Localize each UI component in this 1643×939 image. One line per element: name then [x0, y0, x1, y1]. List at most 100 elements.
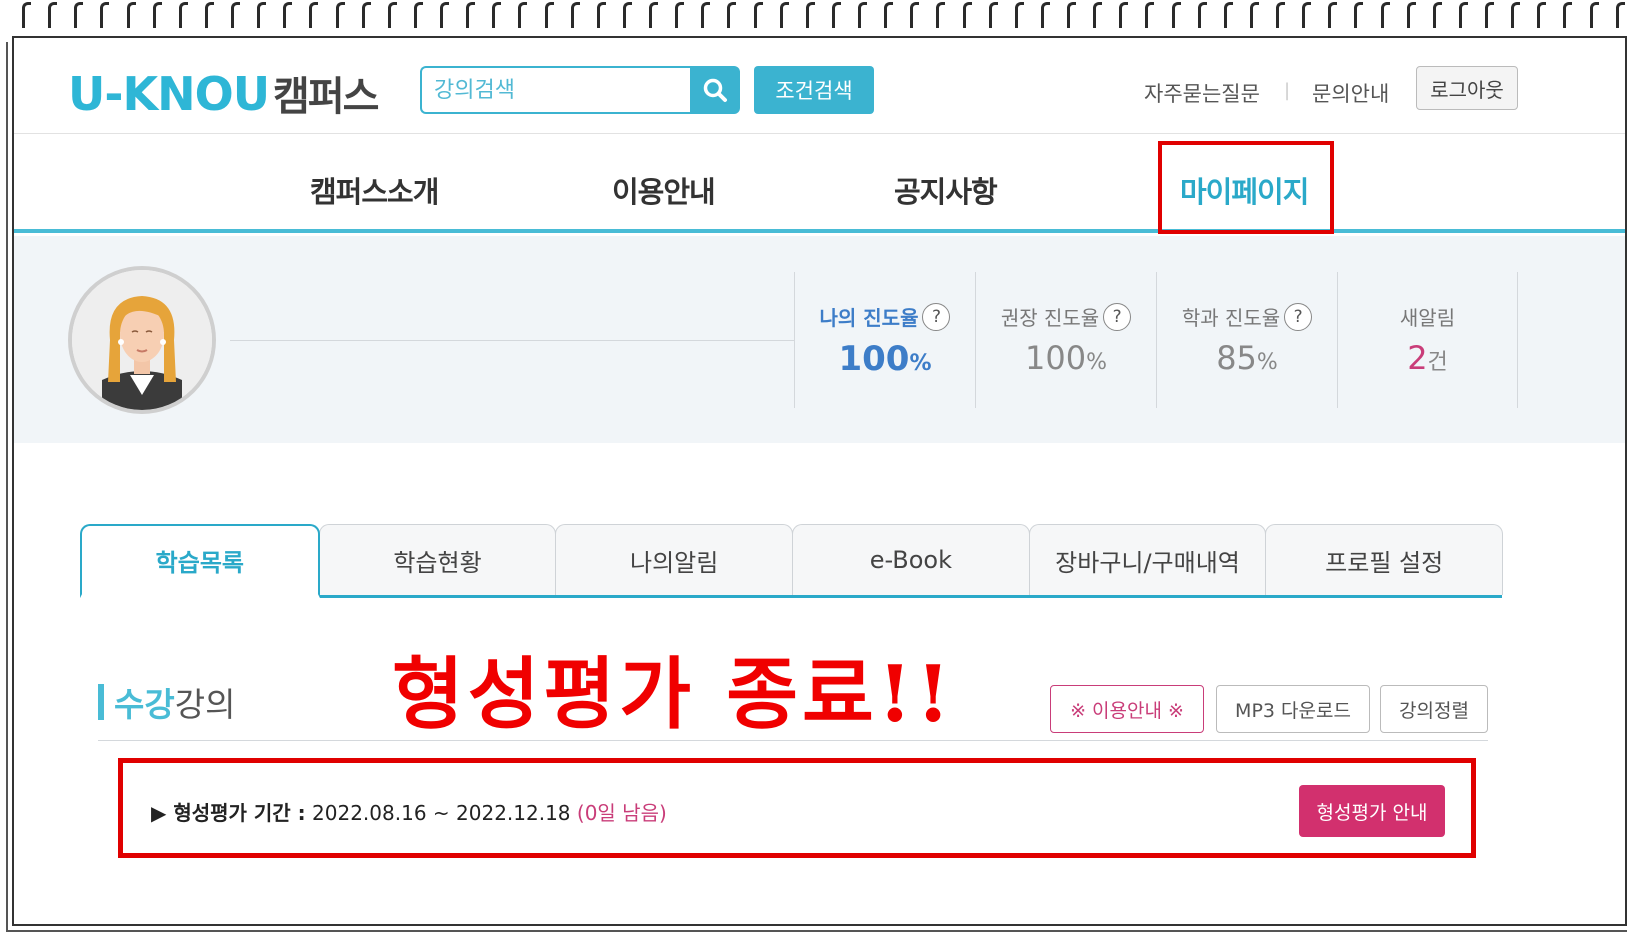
- spiral-ring: [858, 2, 867, 28]
- spiral-ring: [779, 2, 789, 28]
- spiral-ring: [387, 2, 397, 28]
- section-title-rest: 강의: [174, 685, 236, 724]
- spiral-ring: [492, 2, 502, 28]
- stat-new-alerts[interactable]: 새알림 2건: [1337, 272, 1518, 408]
- spiral-ring: [1406, 2, 1416, 28]
- spiral-ring: [1432, 2, 1442, 28]
- faq-link[interactable]: 자주묻는질문: [1144, 78, 1260, 108]
- inquiry-link[interactable]: 문의안내: [1312, 78, 1389, 108]
- progress-stats: 나의 진도율? 100% 권장 진도율? 100% 학과 진도율? 85% 새알…: [794, 272, 1518, 408]
- stat-label: 새알림: [1399, 306, 1456, 330]
- profile-divider: [230, 340, 794, 341]
- stat-value: 2: [1407, 339, 1428, 377]
- help-icon[interactable]: ?: [922, 302, 951, 331]
- spiral-ring: [1328, 2, 1338, 28]
- spiral-ring: [570, 2, 580, 28]
- stat-value: 100: [1025, 339, 1087, 377]
- spiral-ring: [1302, 2, 1312, 28]
- tab-cart-purchases[interactable]: 장바구니/구매내역: [1028, 524, 1267, 595]
- spiral-ring: [309, 2, 319, 28]
- spiral-ring: [936, 2, 946, 28]
- spiral-ring: [675, 2, 685, 28]
- condition-search-button[interactable]: 조건검색: [754, 66, 874, 114]
- help-icon[interactable]: ?: [1284, 302, 1313, 331]
- spiral-ring: [544, 2, 554, 28]
- spiral-ring: [1197, 2, 1207, 28]
- spiral-binding: [0, 0, 1643, 32]
- stat-label: 권장 진도율: [1000, 306, 1100, 330]
- stat-unit: %: [1256, 350, 1278, 375]
- spiral-ring: [1537, 2, 1547, 28]
- evaluation-period-text: ▶ 형성평가 기간 : 2022.08.16 ~ 2022.12.18 (0일 …: [151, 797, 667, 826]
- tab-ebook[interactable]: e-Book: [792, 524, 1030, 595]
- mypage-tabs: 학습목록 학습현황 나의알림 e-Book 장바구니/구매내역 프로필 설정: [80, 524, 1504, 598]
- logo-suffix: 캠퍼스: [273, 74, 379, 120]
- profile-summary: 나의 진도율? 100% 권장 진도율? 100% 학과 진도율? 85% 새알…: [14, 236, 1625, 443]
- nav-mypage[interactable]: 마이페이지: [1180, 169, 1309, 211]
- spiral-ring: [1093, 2, 1103, 28]
- spiral-ring: [1354, 2, 1364, 28]
- spiral-ring: [74, 2, 84, 28]
- spiral-ring: [22, 2, 31, 28]
- spiral-ring: [440, 2, 449, 28]
- stat-value: 85: [1216, 339, 1257, 377]
- tab-profile-settings[interactable]: 프로필 설정: [1265, 524, 1504, 595]
- spiral-ring: [1067, 2, 1076, 28]
- overlay-banner: 형성평가 종료!!: [392, 649, 955, 740]
- stat-department-progress: 학과 진도율? 85%: [1156, 272, 1337, 408]
- search-input[interactable]: [420, 66, 690, 114]
- stat-my-progress: 나의 진도율? 100%: [794, 272, 975, 408]
- spiral-ring: [1040, 2, 1050, 28]
- search-icon: [703, 78, 727, 102]
- tab-my-alerts[interactable]: 나의알림: [555, 524, 794, 595]
- stat-unit: %: [909, 351, 932, 376]
- spiral-ring: [518, 2, 528, 28]
- tab-study-status[interactable]: 학습현황: [318, 524, 557, 595]
- usage-guide-button[interactable]: ※ 이용안내 ※: [1050, 685, 1204, 733]
- nav-usage-guide[interactable]: 이용안내: [612, 169, 716, 211]
- spiral-ring: [649, 2, 658, 28]
- search-button[interactable]: [690, 66, 740, 114]
- help-icon[interactable]: ?: [1103, 302, 1132, 331]
- logo-brand: U-KNOU: [68, 67, 270, 121]
- mp3-download-button[interactable]: MP3 다운로드: [1216, 685, 1370, 733]
- spiral-ring: [1119, 2, 1129, 28]
- spiral-ring: [1485, 2, 1494, 28]
- spiral-ring: [622, 2, 632, 28]
- spiral-ring: [335, 2, 345, 28]
- main-nav: 캠퍼스소개 이용안내 공지사항 마이페이지: [14, 135, 1625, 233]
- lecture-sort-button[interactable]: 강의정렬: [1380, 685, 1488, 733]
- nav-campus-intro[interactable]: 캠퍼스소개: [310, 169, 439, 211]
- logout-button[interactable]: 로그아웃: [1416, 66, 1518, 110]
- spiral-ring: [1249, 2, 1259, 28]
- spiral-ring: [884, 2, 894, 28]
- spiral-ring: [1563, 2, 1573, 28]
- spiral-ring: [231, 2, 240, 28]
- spiral-ring: [1458, 2, 1468, 28]
- spiral-ring: [727, 2, 737, 28]
- stat-label: 학과 진도율: [1181, 306, 1281, 330]
- spiral-ring: [988, 2, 998, 28]
- spiral-ring: [257, 2, 267, 28]
- spiral-ring: [466, 2, 476, 28]
- spiral-ring: [1223, 2, 1233, 28]
- spiral-ring: [962, 2, 972, 28]
- spiral-ring: [596, 2, 606, 28]
- spiral-ring: [126, 2, 136, 28]
- page-frame: U-KNOU 캠퍼스 조건검색 자주묻는질문 | 문의안내 로그아웃 캠퍼스소개…: [12, 36, 1627, 926]
- evaluation-remaining: (0일 남음): [576, 801, 667, 825]
- section-title-bar: [98, 684, 104, 720]
- user-avatar-icon: [68, 266, 216, 414]
- stat-unit: %: [1086, 350, 1107, 375]
- spiral-ring: [1589, 2, 1599, 28]
- spiral-ring: [100, 2, 110, 28]
- section-title: 수강 강의: [98, 678, 235, 726]
- stat-recommended-progress: 권장 진도율? 100%: [975, 272, 1156, 408]
- spiral-ring: [1615, 2, 1625, 28]
- tab-study-list[interactable]: 학습목록: [80, 524, 320, 598]
- evaluation-guide-button[interactable]: 형성평가 안내: [1299, 785, 1445, 837]
- spiral-ring: [361, 2, 371, 28]
- spiral-ring: [701, 2, 711, 28]
- nav-notices[interactable]: 공지사항: [894, 169, 998, 211]
- site-logo[interactable]: U-KNOU 캠퍼스: [68, 64, 379, 122]
